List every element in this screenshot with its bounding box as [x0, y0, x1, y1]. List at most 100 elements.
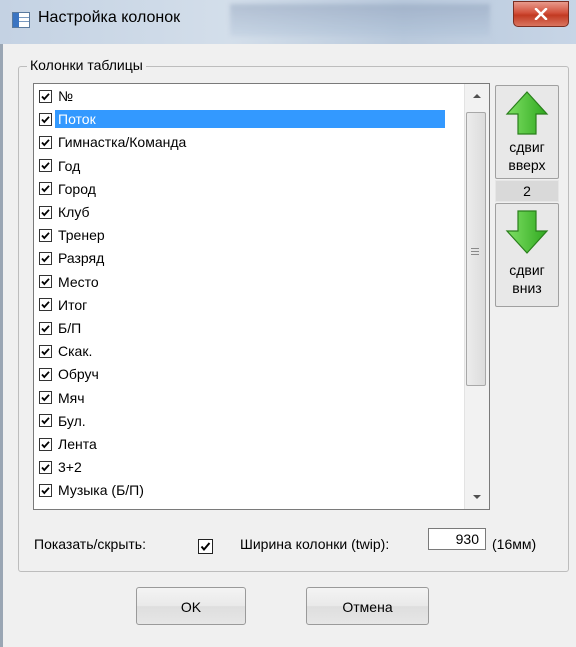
checkmark-icon [41, 208, 50, 216]
list-item-label: Разряд [58, 250, 105, 267]
column-checkbox[interactable] [39, 205, 52, 219]
list-item-label: Обруч [58, 366, 99, 383]
move-down-label-line1: сдвиг [509, 262, 545, 278]
ok-button[interactable]: OK [136, 587, 246, 625]
list-item[interactable]: Б/П [37, 317, 462, 339]
list-item[interactable]: Клуб [37, 201, 462, 223]
groupbox-label: Колонки таблицы [27, 57, 146, 73]
list-item[interactable]: Бул. [37, 410, 462, 432]
column-checkbox[interactable] [39, 112, 52, 126]
list-item[interactable]: Гимнастка/Команда [37, 131, 462, 153]
checkmark-icon [41, 162, 50, 170]
checkmark-icon [41, 301, 50, 309]
column-checkbox[interactable] [39, 89, 52, 103]
list-item-label: Город [58, 180, 96, 197]
move-up-label-line2: вверх [508, 157, 546, 173]
list-item[interactable]: Поток [37, 108, 462, 130]
column-checkbox[interactable] [39, 344, 52, 358]
checkmark-icon [41, 255, 50, 263]
table-icon [12, 12, 30, 28]
checkmark-icon [41, 278, 50, 286]
column-checkbox[interactable] [39, 275, 52, 289]
arrow-up-icon [505, 91, 549, 135]
list-item-label: Место [58, 273, 99, 290]
move-down-button[interactable]: сдвиг вниз [495, 203, 559, 307]
list-item[interactable]: Год [37, 155, 462, 177]
list-item[interactable]: Тренер [37, 224, 462, 246]
column-checkbox[interactable] [39, 182, 52, 196]
column-checkbox[interactable] [39, 367, 52, 381]
column-width-input[interactable] [428, 528, 486, 550]
list-item-label: № [58, 88, 74, 104]
list-item-label: 3+2 [58, 459, 82, 476]
list-item[interactable]: Город [37, 178, 462, 200]
list-item-label: Скак. [58, 343, 93, 360]
window-left-border [0, 0, 3, 647]
list-item-label: Итог [58, 296, 88, 313]
list-item-label: Гимнастка/Команда [58, 134, 187, 151]
column-checkbox[interactable] [39, 321, 52, 335]
arrow-down-icon [505, 210, 549, 254]
checkmark-icon [41, 185, 50, 193]
checkmark-icon [41, 394, 50, 402]
close-icon [534, 8, 548, 20]
list-item[interactable]: Лента [37, 433, 462, 455]
checkmark-icon [41, 92, 50, 100]
checkmark-icon [41, 440, 50, 448]
close-button[interactable] [513, 1, 569, 27]
checkmark-icon [41, 417, 50, 425]
column-checkbox[interactable] [39, 437, 52, 451]
column-checkbox[interactable] [39, 391, 52, 405]
move-down-label-line2: вниз [512, 280, 542, 296]
column-checkbox[interactable] [39, 228, 52, 242]
checkmark-icon [41, 347, 50, 356]
list-item[interactable]: № [37, 85, 462, 107]
list-item[interactable]: Место [37, 271, 462, 293]
list-item[interactable]: Итог [37, 294, 462, 316]
column-checkbox[interactable] [39, 483, 52, 497]
move-up-label-line1: сдвиг [509, 139, 545, 155]
cancel-button[interactable]: Отмена [306, 587, 429, 625]
column-checkbox[interactable] [39, 135, 52, 149]
column-checkbox[interactable] [39, 251, 52, 265]
list-item-label: Поток [55, 110, 445, 129]
checkmark-icon [41, 231, 50, 240]
position-indicator: 2 [495, 180, 559, 202]
column-checkbox[interactable] [39, 298, 52, 312]
list-item[interactable]: Мяч [37, 387, 462, 409]
column-checkbox[interactable] [39, 159, 52, 173]
scroll-up-arrow-icon[interactable] [472, 92, 482, 100]
column-checkbox[interactable] [39, 460, 52, 474]
checkmark-icon [41, 324, 50, 332]
checkmark-icon [41, 115, 50, 124]
checkmark-icon [41, 487, 50, 495]
window-title: Настройка колонок [38, 9, 181, 26]
checkmark-icon [41, 139, 50, 147]
list-item-label: Клуб [58, 204, 90, 220]
column-width-label: Ширина колонки (twip): [240, 536, 390, 552]
column-width-mm: (16мм) [492, 536, 537, 552]
list-item-label: Музыка (Б/П) [58, 482, 144, 499]
columns-listbox[interactable]: № Поток Гимнастка/Команда Год Город Клуб Трене… [33, 83, 490, 510]
list-item[interactable]: Разряд [37, 247, 462, 269]
list-item-label: Мяч [58, 389, 85, 406]
dialog-window: Настройка колонок Колонки таблицы № Поток… [0, 0, 576, 647]
list-item[interactable]: 3+2 [37, 456, 462, 478]
column-checkbox[interactable] [39, 414, 52, 428]
show-hide-checkbox[interactable] [198, 539, 213, 554]
list-item-label: Год [58, 157, 81, 174]
list-item-label: Лента [58, 436, 97, 452]
checkmark-icon [41, 463, 50, 472]
scroll-down-arrow-icon[interactable] [472, 493, 482, 501]
list-item-label: Бул. [58, 412, 86, 429]
scroll-grip-icon [471, 248, 479, 257]
checkmark-icon [41, 371, 50, 379]
background-window-blur [230, 4, 490, 36]
checkmark-icon [200, 542, 211, 552]
move-up-button[interactable]: сдвиг вверх [495, 85, 559, 179]
list-item[interactable]: Скак. [37, 340, 462, 362]
title-bar[interactable]: Настройка колонок [0, 0, 576, 44]
list-item[interactable]: Музыка (Б/П) [37, 479, 462, 501]
list-item[interactable]: Обруч [37, 363, 462, 385]
list-item-label: Тренер [58, 227, 105, 244]
